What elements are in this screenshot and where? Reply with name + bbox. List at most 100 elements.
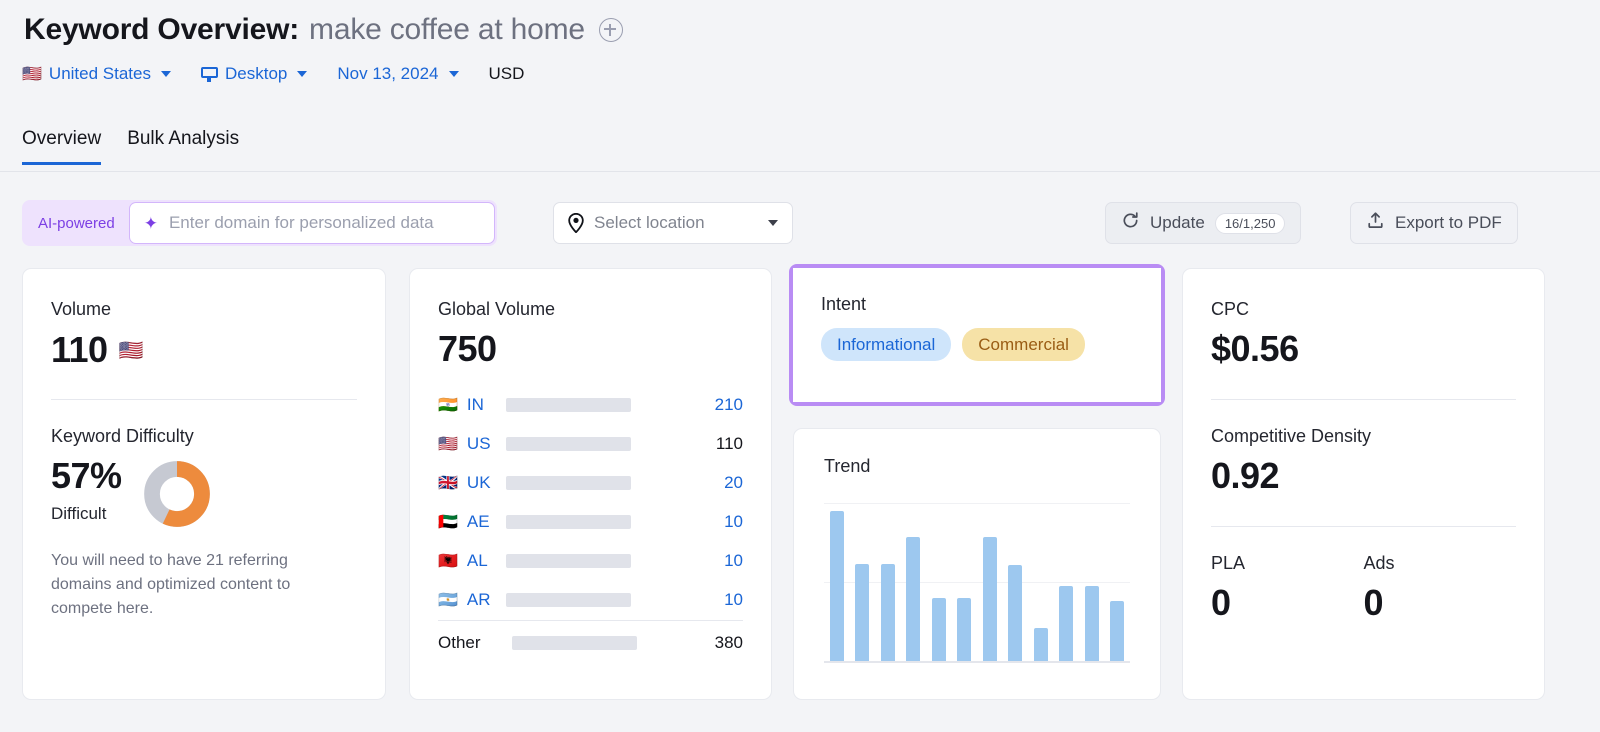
location-placeholder: Select location <box>594 213 758 233</box>
intent-card: Intent Informational Commercial <box>793 268 1161 402</box>
country-code: AE <box>467 512 490 532</box>
country-volume-value[interactable]: 20 <box>631 473 743 493</box>
kd-value-row: 57% Difficult <box>51 457 357 527</box>
trend-bar-slot <box>952 503 978 661</box>
kd-value: 57% <box>51 457 122 495</box>
country-code-link[interactable]: 🇮🇳IN <box>438 395 500 415</box>
country-volume-value[interactable]: 10 <box>631 512 743 532</box>
trend-label: Trend <box>824 456 1160 477</box>
country-volume-value[interactable]: 210 <box>631 395 743 415</box>
country-volume-row: 🇦🇱AL 10 <box>438 542 743 581</box>
ai-domain-group: AI-powered ✦ <box>22 200 497 246</box>
trend-bar-slot <box>1028 503 1054 661</box>
page-title-keyword: make coffee at home <box>309 13 585 47</box>
trend-bar[interactable] <box>1085 586 1099 661</box>
country-flag-icon: 🇦🇱 <box>438 553 458 569</box>
country-volume-value[interactable]: 10 <box>631 551 743 571</box>
trend-bar-slot <box>875 503 901 661</box>
country-code-link[interactable]: 🇬🇧UK <box>438 473 500 493</box>
country-code-link[interactable]: 🇦🇱AL <box>438 551 500 571</box>
us-flag-icon: 🇺🇸 <box>119 340 144 360</box>
update-quota-badge: 16/1,250 <box>1215 213 1286 234</box>
country-volume-value: 110 <box>631 434 743 454</box>
trend-bar[interactable] <box>1034 628 1048 661</box>
global-volume-card: Global Volume 750 🇮🇳IN210🇺🇸US110🇬🇧UK20🇦🇪… <box>409 268 772 700</box>
page-title: Keyword Overview: make coffee at home <box>24 13 623 47</box>
trend-bar[interactable] <box>906 537 920 662</box>
cpc-label: CPC <box>1211 299 1516 320</box>
cpc-section: CPC $0.56 <box>1183 269 1544 368</box>
country-selector[interactable]: 🇺🇸 United States <box>22 64 171 84</box>
country-volume-value[interactable]: 10 <box>631 590 743 610</box>
country-volume-list: 🇮🇳IN 210 🇺🇸US 110 🇬🇧UK 20 🇦🇪 AE 10 🇦🇱AL 10 🇦🇷AR 10 <box>438 386 743 620</box>
country-bar-track <box>506 398 631 412</box>
trend-bar[interactable] <box>830 511 844 661</box>
map-pin-icon <box>568 213 584 233</box>
trend-bar[interactable] <box>1008 565 1022 661</box>
trend-bar[interactable] <box>881 564 895 662</box>
update-button[interactable]: Update 16/1,250 <box>1105 202 1301 244</box>
device-label: Desktop <box>225 64 287 84</box>
date-selector[interactable]: Nov 13, 2024 <box>337 64 458 84</box>
device-selector[interactable]: Desktop <box>201 64 307 84</box>
country-code-link[interactable]: 🇺🇸US <box>438 434 500 454</box>
trend-bar-slot <box>850 503 876 661</box>
plus-circle-icon[interactable] <box>599 18 623 42</box>
domain-input-wrapper[interactable]: ✦ <box>129 202 495 244</box>
chevron-down-icon <box>768 220 778 226</box>
pla-label: PLA <box>1211 553 1364 574</box>
country-flag-icon: 🇮🇳 <box>438 397 458 413</box>
trend-bar-slot <box>1079 503 1105 661</box>
country-volume-row: 🇮🇳IN 210 <box>438 386 743 425</box>
volume-value: 110 <box>51 331 108 369</box>
currency-label: USD <box>489 64 525 84</box>
intent-chip-informational[interactable]: Informational <box>821 328 951 361</box>
country-bar-track <box>506 476 631 490</box>
country-code: AR <box>467 590 491 610</box>
country-flag-icon: 🇬🇧 <box>438 475 458 491</box>
country-code-link[interactable]: 🇦🇪 AE <box>438 512 500 532</box>
trend-content: Trend <box>794 429 1160 663</box>
sparkle-icon: ✦ <box>144 215 158 232</box>
keyword-overview-page: Keyword Overview: make coffee at home 🇺🇸… <box>0 0 1600 732</box>
export-to-pdf-button[interactable]: Export to PDF <box>1350 202 1518 244</box>
ads-value: 0 <box>1364 584 1517 622</box>
trend-bar-slot <box>977 503 1003 661</box>
country-volume-row: 🇦🇪 AE 10 <box>438 503 743 542</box>
trend-bar-slot <box>1003 503 1029 661</box>
trend-card: Trend <box>793 428 1161 700</box>
trend-bars <box>824 503 1130 661</box>
ads-label: Ads <box>1364 553 1517 574</box>
trend-bar-slot <box>1054 503 1080 661</box>
location-selector[interactable]: Select location <box>553 202 793 244</box>
intent-chip-list: Informational Commercial <box>821 328 1135 361</box>
trend-bar-slot <box>1105 503 1131 661</box>
global-volume-header: Global Volume 750 🇮🇳IN210🇺🇸US110🇬🇧UK20🇦🇪… <box>410 269 771 665</box>
filters-bar: 🇺🇸 United States Desktop Nov 13, 2024 US… <box>22 64 554 84</box>
domain-input[interactable] <box>167 212 480 234</box>
intent-chip-commercial[interactable]: Commercial <box>962 328 1085 361</box>
monitor-icon <box>201 67 218 82</box>
trend-bar[interactable] <box>957 598 971 661</box>
other-value: 380 <box>637 633 743 653</box>
intent-content: Intent Informational Commercial <box>793 268 1161 361</box>
trend-bar[interactable] <box>1059 586 1073 661</box>
trend-bar[interactable] <box>1110 601 1124 661</box>
pla-ads-labels: PLA Ads <box>1211 553 1516 574</box>
country-flag-icon: 🇦🇪 <box>438 514 458 530</box>
tab-overview[interactable]: Overview <box>22 128 101 165</box>
country-bar-track <box>506 437 631 451</box>
currency-label-wrap: USD <box>489 64 525 84</box>
pla-value: 0 <box>1211 584 1364 622</box>
country-volume-row: 🇬🇧UK 20 <box>438 464 743 503</box>
trend-bar-slot <box>926 503 952 661</box>
tab-bulk-analysis[interactable]: Bulk Analysis <box>127 128 239 165</box>
date-label: Nov 13, 2024 <box>337 64 438 84</box>
trend-bar[interactable] <box>932 598 946 661</box>
country-code-link[interactable]: 🇦🇷AR <box>438 590 500 610</box>
tab-bar: Overview Bulk Analysis <box>22 128 239 165</box>
other-bar-track <box>512 636 637 650</box>
trend-bar[interactable] <box>983 537 997 662</box>
country-volume-row: 🇺🇸US 110 <box>438 425 743 464</box>
trend-bar[interactable] <box>855 564 869 662</box>
